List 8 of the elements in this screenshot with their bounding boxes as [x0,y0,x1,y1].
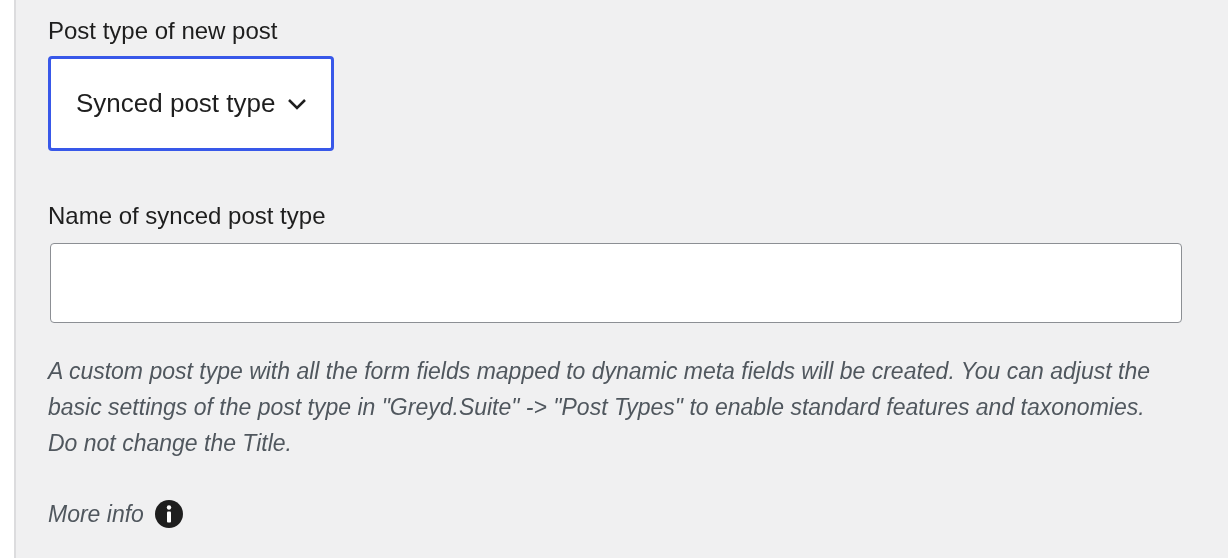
post-type-name-field[interactable] [50,243,1182,323]
more-info-link[interactable]: More info [48,497,144,532]
field-label: Name of synced post type [48,201,327,231]
post-type-select[interactable]: Synced post type [48,56,335,151]
chevron-down-icon [287,97,308,110]
info-icon [153,499,184,530]
field-label: Post type of new post [48,16,279,46]
help-text: A custom post type with all the form fields mapped to dynamic meta fields will be created. You can adjust the basic settings of the post type in "Greyd.Suite" -> "Post Types" to enable standard features and taxonomies. Do not change the Title. [48,357,1151,458]
